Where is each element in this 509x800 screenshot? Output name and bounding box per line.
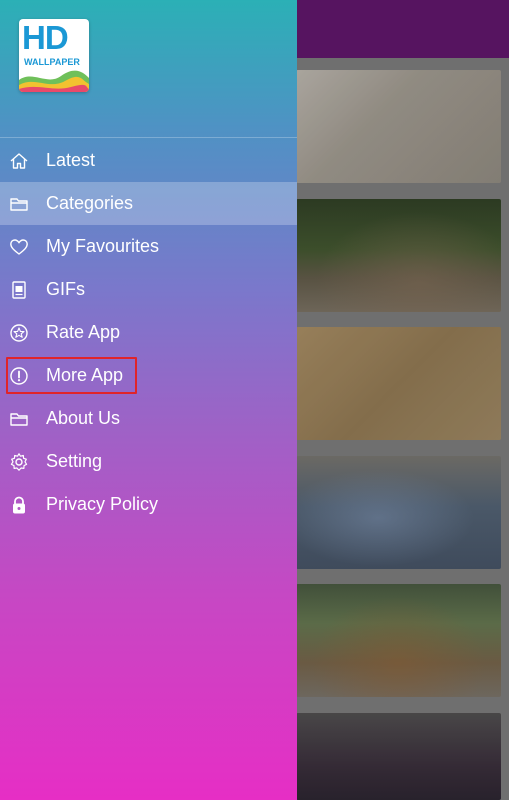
wallpaper-thumbnail[interactable] bbox=[296, 327, 501, 440]
menu-label-gifs: GIFs bbox=[46, 279, 85, 299]
logo-title: HD bbox=[22, 19, 69, 56]
menu-item-gifs[interactable]: GIFs bbox=[0, 268, 297, 311]
menu-label-my-favourites: My Favourites bbox=[46, 236, 160, 256]
menu-item-my-favourites[interactable]: My Favourites bbox=[0, 225, 297, 268]
menu-item-categories[interactable]: Categories bbox=[0, 182, 297, 225]
menu-label-about-us: About Us bbox=[46, 408, 121, 428]
highlight-box bbox=[6, 357, 137, 394]
menu-label-categories: Categories bbox=[46, 193, 134, 213]
navigation-drawer: HD WALLPAPER Latest Categories My Favour… bbox=[0, 0, 297, 800]
app-logo: HD WALLPAPER bbox=[19, 19, 89, 92]
lock-icon bbox=[8, 494, 29, 515]
menu-item-setting[interactable]: Setting bbox=[0, 440, 297, 483]
drawer-menu: Latest Categories My Favourites GIFs Rat bbox=[0, 139, 297, 526]
wallpaper-thumbnail[interactable] bbox=[296, 199, 501, 312]
logo-wave-graphic bbox=[19, 70, 89, 92]
wallpaper-thumbnail[interactable] bbox=[296, 456, 501, 569]
menu-label-latest: Latest bbox=[46, 150, 96, 170]
menu-item-latest[interactable]: Latest bbox=[0, 139, 297, 182]
image-file-icon bbox=[8, 279, 29, 300]
menu-label-rate-app: Rate App bbox=[46, 322, 121, 342]
home-icon bbox=[8, 150, 29, 171]
folder-icon bbox=[8, 408, 29, 429]
wallpaper-thumbnail[interactable] bbox=[296, 70, 501, 183]
rate-icon bbox=[8, 322, 29, 343]
menu-label-setting: Setting bbox=[46, 451, 103, 471]
menu-item-privacy-policy[interactable]: Privacy Policy bbox=[0, 483, 297, 526]
heart-icon bbox=[8, 236, 29, 257]
menu-item-about-us[interactable]: About Us bbox=[0, 397, 297, 440]
folder-icon bbox=[8, 193, 29, 214]
drawer-header: HD WALLPAPER bbox=[0, 0, 297, 138]
gear-icon bbox=[8, 451, 29, 472]
wallpaper-thumbnail[interactable] bbox=[296, 584, 501, 697]
menu-item-rate-app[interactable]: Rate App bbox=[0, 311, 297, 354]
menu-label-privacy-policy: Privacy Policy bbox=[46, 494, 159, 514]
wallpaper-thumbnail[interactable] bbox=[296, 713, 501, 800]
